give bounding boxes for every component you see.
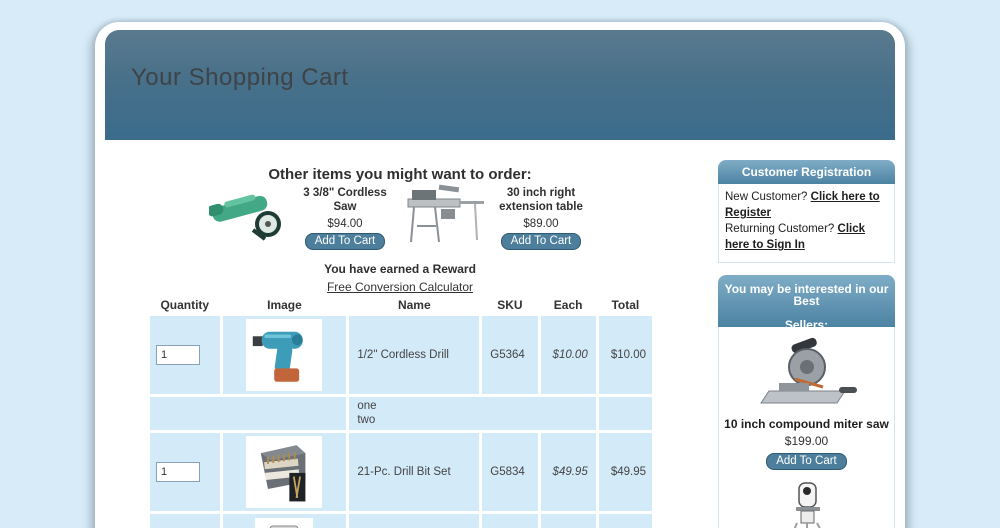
col-header-total: Total [599,297,652,313]
col-header-name: Name [349,297,479,313]
partial-product-image [262,522,306,528]
registration-panel-title: Customer Registration [718,160,895,184]
upsell-item: 30 inch right extension table $89.00 Add… [405,184,591,250]
customer-registration-panel: Customer Registration New Customer? Clic… [718,160,895,263]
cart-table-header-row: Quantity Image Name SKU Each Total [150,297,652,313]
table-row: 21-Pc. Drill Bit Set G5834 $49.95 $49.95 [150,433,652,511]
best-sellers-panel: You may be interested in our Best Seller… [718,275,895,528]
upsell-item-name: 30 inch right extension table [491,186,591,215]
reward-message: You have earned a Reward [135,262,665,276]
extension-table-saw-image [405,184,487,246]
cordless-saw-image [209,184,291,246]
conversion-calculator-link[interactable]: Free Conversion Calculator [327,280,473,294]
note-line: one [357,399,595,413]
upsell-item: 3 3/8" Cordless Saw $94.00 Add To Cart [209,184,395,250]
sidebar: Customer Registration New Customer? Clic… [718,160,895,528]
product-name: 21-Pc. Drill Bit Set [349,433,479,511]
cordless-drill-image [250,322,318,388]
upsell-heading: Other items you might want to order: [135,166,665,183]
add-to-cart-button[interactable]: Add To Cart [305,233,386,250]
best-sellers-title-line1: You may be interested in our Best [718,283,895,307]
add-to-cart-button[interactable]: Add To Cart [501,233,582,250]
product-image-box [255,518,313,528]
note-line: two [357,413,595,427]
best-seller-name: 10 inch compound miter saw [719,417,894,431]
main-window: Your Shopping Cart Other items you might… [95,22,905,528]
product-sku: G5834 [482,433,537,511]
col-header-image: Image [223,297,347,313]
product-each-price: $49.95 [541,433,596,511]
col-header-sku: SKU [482,297,537,313]
band-saw-image [769,482,845,528]
table-row [150,514,652,528]
table-row: 1/2" Cordless Drill G5364 $10.00 $10.00 [150,316,652,394]
upsell-item-price: $89.00 [491,218,591,230]
product-each-price: $10.00 [541,316,596,394]
drill-bit-set-image [250,439,318,505]
upsell-item-price: $94.00 [295,218,395,230]
product-total-price: $49.95 [599,433,652,511]
page-title: Your Shopping Cart [131,64,349,92]
add-to-cart-button[interactable]: Add To Cart [766,453,847,470]
quantity-input[interactable] [156,345,200,365]
best-seller-price: $199.00 [719,434,894,448]
miter-saw-image [749,337,864,411]
product-image-box [246,319,322,391]
cart-table: Quantity Image Name SKU Each Total [147,294,655,528]
new-customer-label: New Customer? [725,191,807,203]
col-header-quantity: Quantity [150,297,220,313]
upsell-item-name: 3 3/8" Cordless Saw [295,186,395,215]
returning-customer-label: Returning Customer? [725,223,834,235]
product-name: 1/2" Cordless Drill [349,316,479,394]
quantity-input[interactable] [156,462,200,482]
product-total-price: $10.00 [599,316,652,394]
page-banner: Your Shopping Cart [105,30,895,140]
upsell-row: 3 3/8" Cordless Saw $94.00 Add To Cart 3… [135,184,665,250]
table-row: one two [150,397,652,430]
product-sku: G5364 [482,316,537,394]
product-image-box [246,436,322,508]
col-header-each: Each [541,297,596,313]
